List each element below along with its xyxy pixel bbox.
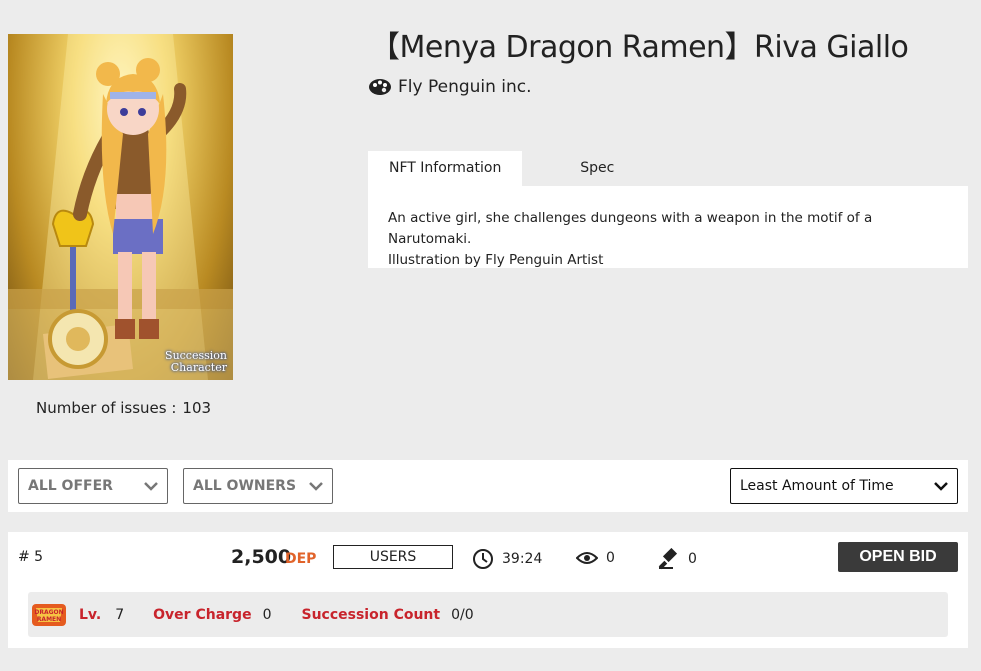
eye-icon [576, 552, 598, 564]
nft-information-panel: An active girl, she challenges dungeons … [368, 186, 968, 268]
description-line-1: An active girl, she challenges dungeons … [388, 210, 873, 247]
time-remaining: 39:24 [472, 548, 542, 570]
filter-bar: ALL OFFER ALL OWNERS Least Amount of Tim… [8, 460, 968, 512]
description-line-2: Illustration by Fly Penguin Artist [388, 252, 604, 268]
bid-count: 0 [658, 548, 697, 570]
nft-artwork[interactable]: Succession Character [8, 34, 233, 380]
tab-nft-information[interactable]: NFT Information [368, 151, 523, 186]
clock-icon [473, 549, 493, 569]
offer-filter-value: ALL OFFER [28, 478, 113, 494]
succession-character-badge: Succession Character [165, 349, 227, 374]
chevron-down-icon [309, 482, 323, 491]
logo-line-1: DRAGON [34, 609, 63, 616]
creator-name[interactable]: Fly Penguin inc. [398, 77, 532, 97]
owners-filter-select[interactable]: ALL OWNERS [183, 468, 333, 504]
info-tabs: NFT Information Spec [368, 151, 672, 186]
owners-filter-value: ALL OWNERS [193, 478, 297, 494]
item-number: # 5 [18, 549, 44, 565]
bids-value: 0 [688, 551, 697, 567]
creator[interactable]: Fly Penguin inc. [368, 76, 532, 98]
sort-select[interactable]: Least Amount of Time [730, 468, 958, 504]
level-value: 7 [115, 606, 125, 623]
users-badge: USERS [333, 545, 453, 569]
offer-filter-select[interactable]: ALL OFFER [18, 468, 168, 504]
sort-value: Least Amount of Time [740, 478, 894, 494]
open-bid-button[interactable]: OPEN BID [838, 542, 958, 572]
listing-card: # 5 2,500 DEP USERS 39:24 0 0 OPEN BID D… [8, 532, 968, 648]
palette-icon [368, 76, 392, 98]
currency-label: DEP [285, 551, 317, 567]
issues-value: 103 [182, 399, 212, 417]
dragon-ramen-logo: DRAGON RAMEN [32, 603, 66, 626]
gavel-icon [658, 548, 678, 570]
view-count: 0 [576, 550, 615, 566]
succession-count-value: 0/0 [451, 606, 474, 623]
nft-title: 【Menya Dragon Ramen】Riva Giallo [370, 30, 909, 65]
tab-spec[interactable]: Spec [522, 151, 672, 186]
time-value: 39:24 [502, 551, 543, 567]
over-charge-value: 0 [262, 606, 272, 623]
chevron-down-icon [934, 482, 948, 491]
listing-meta-row: DRAGON RAMEN Lv. 7 Over Charge 0 Success… [28, 592, 948, 637]
succession-count-label: Succession Count [301, 606, 441, 623]
price-value: 2,500 [231, 546, 292, 568]
issues-count: Number of issues : 103 [36, 399, 211, 417]
over-charge-label: Over Charge [153, 606, 252, 623]
views-value: 0 [606, 550, 615, 566]
issues-label: Number of issues : [36, 399, 177, 417]
level-label: Lv. [79, 606, 102, 623]
logo-line-2: RAMEN [37, 616, 61, 623]
chevron-down-icon [144, 482, 158, 491]
